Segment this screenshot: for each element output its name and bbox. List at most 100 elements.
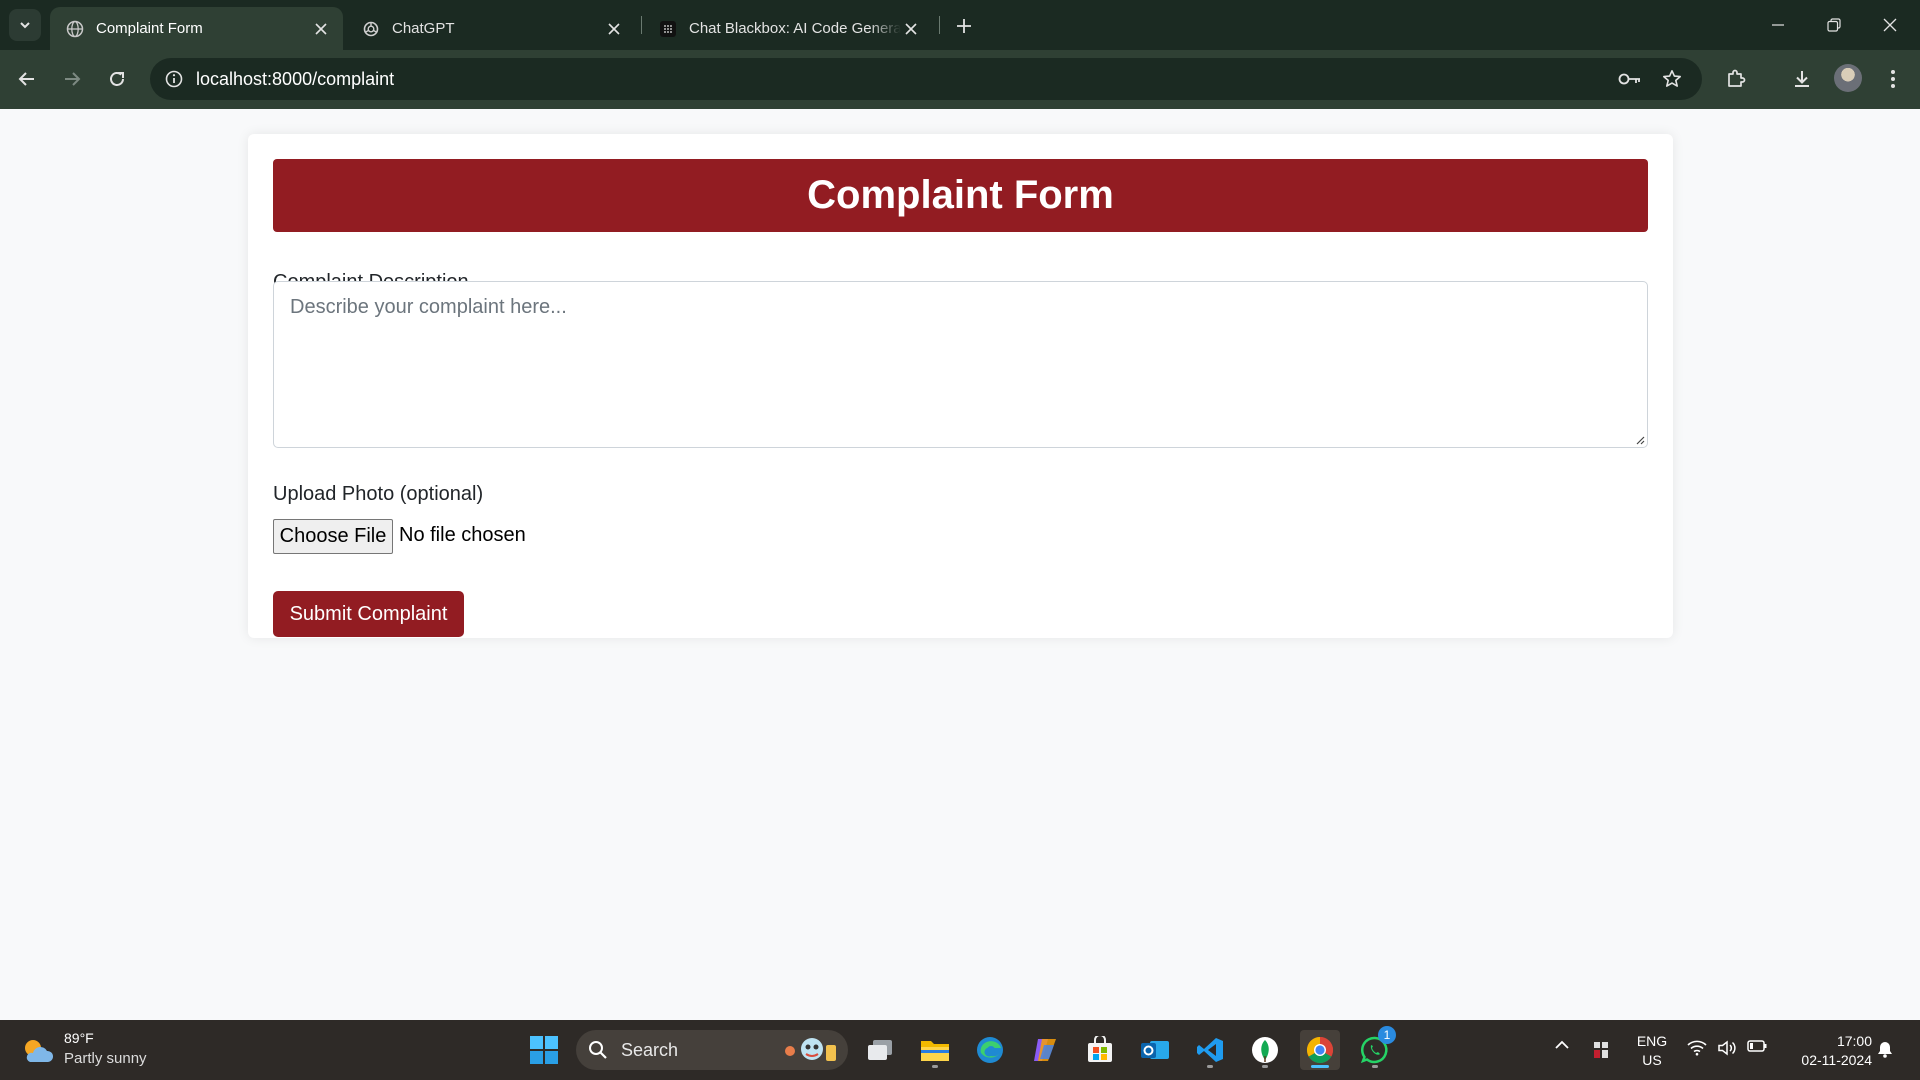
- choose-file-button[interactable]: Choose File: [273, 519, 393, 554]
- menu-button[interactable]: [1876, 62, 1910, 96]
- reload-button[interactable]: [100, 62, 134, 96]
- tab-chat-blackbox[interactable]: Chat Blackbox: AI Code Generat: [643, 7, 933, 50]
- url-text[interactable]: localhost:8000/complaint: [196, 69, 394, 90]
- taskbar-vscode[interactable]: [1190, 1030, 1230, 1070]
- chatgpt-logo-icon: [363, 21, 379, 36]
- tray-app-button[interactable]: [1590, 1040, 1612, 1060]
- keyboard-region: US: [1642, 1052, 1662, 1068]
- battery-icon: [1747, 1040, 1767, 1052]
- plus-icon: [957, 19, 971, 33]
- tab-close-button[interactable]: [901, 19, 921, 39]
- info-icon: [165, 70, 183, 88]
- network-button[interactable]: [1686, 1040, 1708, 1056]
- downloads-button[interactable]: [1785, 62, 1819, 96]
- weather-temperature: 89°F: [64, 1030, 94, 1046]
- close-window-button[interactable]: [1862, 0, 1918, 50]
- windows-start-icon[interactable]: [528, 1034, 560, 1066]
- partly-sunny-icon: [25, 1040, 54, 1062]
- taskbar-chrome[interactable]: [1300, 1030, 1340, 1070]
- reload-icon: [110, 72, 124, 86]
- bookmark-button[interactable]: [1660, 67, 1684, 91]
- taskbar-store[interactable]: [1080, 1030, 1120, 1070]
- resize-grip-icon[interactable]: [1635, 435, 1645, 445]
- page-viewport: Complaint Form Complaint Description Des…: [0, 109, 1920, 1020]
- arrow-left-icon: [18, 72, 34, 86]
- profile-avatar[interactable]: [1834, 64, 1862, 92]
- close-icon: [905, 22, 917, 35]
- search-icon: [589, 1041, 607, 1059]
- taskbar-clock[interactable]: 17:00 02-11-2024: [1784, 1032, 1872, 1070]
- key-icon: [1618, 73, 1640, 85]
- mongodb-leaf-icon: [1252, 1037, 1278, 1063]
- copilot-icon: [1034, 1039, 1056, 1061]
- taskbar-outlook[interactable]: [1135, 1030, 1175, 1070]
- battery-button[interactable]: [1746, 1040, 1768, 1052]
- download-icon: [1795, 71, 1809, 87]
- taskbar-task-view[interactable]: [860, 1030, 900, 1070]
- tab-chatgpt[interactable]: ChatGPT: [346, 7, 636, 50]
- more-vertical-icon: [1891, 70, 1895, 88]
- password-key-button[interactable]: [1618, 67, 1642, 91]
- volume-icon: [1718, 1040, 1736, 1056]
- tab-search-button[interactable]: [9, 9, 41, 41]
- restore-button[interactable]: [1806, 0, 1862, 50]
- outlook-icon: [1141, 1041, 1169, 1059]
- tab-strip: Complaint Form ChatGPT Chat Blackbox: AI…: [0, 0, 1920, 50]
- taskbar-copilot[interactable]: [1025, 1030, 1065, 1070]
- taskbar-mongodb-compass[interactable]: [1245, 1030, 1285, 1070]
- back-button[interactable]: [10, 62, 44, 96]
- file-status-text: No file chosen: [399, 524, 526, 546]
- tab-close-button[interactable]: [604, 19, 624, 39]
- address-bar[interactable]: localhost:8000/complaint: [150, 58, 1702, 100]
- complaint-form-card: Complaint Form Complaint Description Des…: [248, 134, 1673, 638]
- page-title: Complaint Form: [273, 159, 1648, 232]
- submit-complaint-button[interactable]: Submit Complaint: [273, 591, 464, 637]
- input-language-indicator[interactable]: ENG US: [1634, 1032, 1670, 1070]
- minimize-icon: [1772, 24, 1784, 26]
- forward-button[interactable]: [55, 62, 89, 96]
- taskbar: 89°F Partly sunny Search 1 ENG US 17:00 …: [0, 1020, 1920, 1080]
- star-icon: [1663, 70, 1681, 87]
- volume-button[interactable]: [1716, 1040, 1738, 1056]
- tray-app-icon: [1594, 1042, 1608, 1058]
- tab-complaint-form[interactable]: Complaint Form: [50, 7, 343, 50]
- new-tab-button[interactable]: [950, 12, 978, 40]
- close-icon: [1883, 18, 1897, 32]
- taskbar-edge[interactable]: [970, 1030, 1010, 1070]
- clock-date: 02-11-2024: [1801, 1052, 1872, 1068]
- minimize-button[interactable]: [1750, 0, 1806, 50]
- chrome-icon: [1306, 1036, 1334, 1064]
- task-view-icon: [868, 1040, 892, 1060]
- tab-close-button[interactable]: [311, 19, 331, 39]
- complaint-description-textarea[interactable]: Describe your complaint here...: [273, 281, 1648, 448]
- textarea-placeholder: Describe your complaint here...: [290, 296, 567, 318]
- weather-widget[interactable]: 89°F Partly sunny: [20, 1030, 160, 1074]
- clock-time: 17:00: [1836, 1033, 1872, 1049]
- language-code: ENG: [1636, 1033, 1668, 1049]
- restore-icon: [1827, 18, 1841, 32]
- puzzle-icon: [1728, 69, 1746, 87]
- folder-icon: [921, 1041, 949, 1061]
- chevron-down-icon: [20, 22, 30, 29]
- site-info-button[interactable]: [162, 67, 186, 91]
- notification-badge: 1: [1378, 1026, 1396, 1044]
- globe-icon: [66, 20, 84, 37]
- extensions-button[interactable]: [1719, 62, 1753, 96]
- upload-photo-label: Upload Photo (optional): [273, 483, 484, 505]
- active-indicator: [1311, 1065, 1329, 1068]
- running-indicator: [932, 1065, 938, 1068]
- arrow-right-icon: [65, 72, 81, 86]
- tab-separator: [641, 16, 642, 34]
- show-hidden-icons-button[interactable]: [1552, 1040, 1572, 1050]
- search-highlight-icon: [785, 1038, 836, 1061]
- tab-title: ChatGPT: [392, 20, 455, 37]
- notifications-button[interactable]: [1874, 1040, 1896, 1058]
- running-indicator: [1262, 1065, 1268, 1068]
- close-icon: [608, 22, 620, 35]
- taskbar-search-box[interactable]: Search: [576, 1030, 848, 1070]
- close-icon: [315, 22, 327, 35]
- chevron-up-icon: [1555, 1040, 1569, 1049]
- taskbar-file-explorer[interactable]: [915, 1030, 955, 1070]
- running-indicator: [1207, 1065, 1213, 1068]
- microsoft-store-icon: [1088, 1036, 1112, 1062]
